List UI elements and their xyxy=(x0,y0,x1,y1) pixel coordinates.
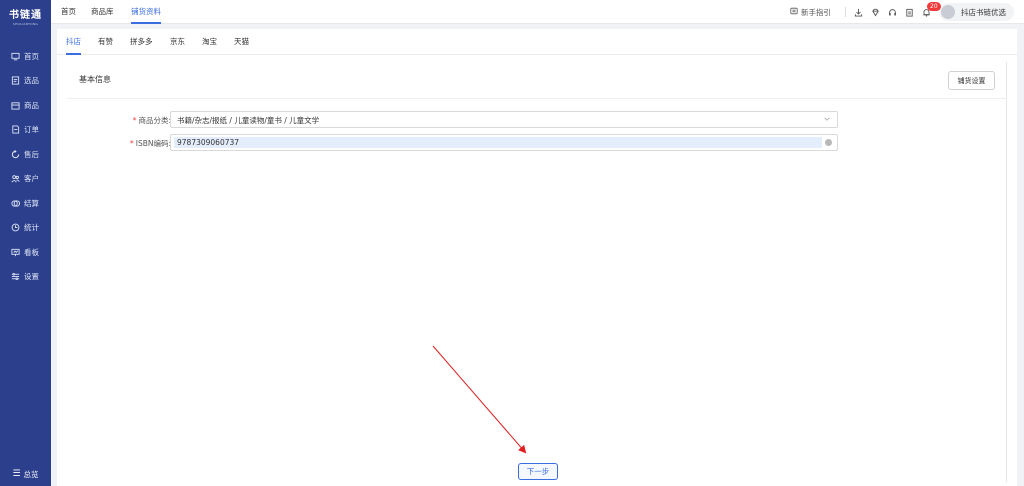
diamond-icon[interactable] xyxy=(871,8,880,17)
basic-info-card: 基本信息 铺货设置 * 商品分类: 书籍/杂志/报纸 / 儿童读物/童书 / 儿童… xyxy=(67,62,1007,482)
sidebar-item-label: 设置 xyxy=(24,272,39,282)
logo-title: 书链通 xyxy=(9,10,42,21)
top-toolbar: 新手指引 20 抖店书链优选 xyxy=(790,0,1014,24)
category-select[interactable]: 书籍/杂志/报纸 / 儿童读物/童书 / 儿童文学 xyxy=(170,111,838,128)
goods-icon xyxy=(11,101,20,110)
tab-jd[interactable]: 京东 xyxy=(170,29,185,55)
user-menu[interactable]: 抖店书链优选 xyxy=(939,3,1014,21)
app-logo[interactable]: 书链通 SHULIANTONG xyxy=(0,0,51,32)
tab-douyin[interactable]: 抖店 xyxy=(66,29,81,55)
menu-icon: ☰ xyxy=(12,469,21,479)
sidebar-item-label: 看板 xyxy=(24,247,39,257)
sidebar-item-label: 选品 xyxy=(24,76,39,86)
category-row: * 商品分类: 书籍/杂志/报纸 / 儿童读物/童书 / 儿童文学 xyxy=(67,111,1007,128)
card-header: 基本信息 铺货设置 xyxy=(67,62,1007,99)
tab-goods-library[interactable]: 商品库 xyxy=(91,0,114,24)
isbn-value: 9787309060737 xyxy=(177,138,240,147)
main-content: 抖店 有赞 拼多多 京东 淘宝 天猫 基本信息 铺货设置 * 商品分类: 书籍/杂… xyxy=(57,29,1017,486)
isbn-label-text: ISBN编码: xyxy=(135,139,171,148)
clear-icon[interactable] xyxy=(825,139,832,146)
sidebar: 书链通 SHULIANTONG 首页 选品 商品 订单 售后 客户 结算 统计 … xyxy=(0,0,51,486)
category-label-text: 商品分类: xyxy=(138,116,171,125)
tab-home[interactable]: 首页 xyxy=(61,0,76,24)
sidebar-item-stats[interactable]: 统计 xyxy=(0,216,51,241)
isbn-row: * ISBN编码: 9787309060737 xyxy=(67,134,1007,151)
settle-icon xyxy=(11,199,20,208)
stats-icon xyxy=(11,223,20,232)
card-title: 基本信息 xyxy=(79,75,111,84)
tab-listing-info[interactable]: 铺货资料 xyxy=(131,0,161,24)
sidebar-item-label: 售后 xyxy=(24,149,39,159)
isbn-label: * ISBN编码: xyxy=(130,138,171,149)
listing-settings-button[interactable]: 铺货设置 xyxy=(948,71,995,90)
sidebar-item-order[interactable]: 订单 xyxy=(0,118,51,143)
logo-subtitle: SHULIANTONG xyxy=(12,22,39,26)
bell-icon[interactable]: 20 xyxy=(922,1,941,17)
platform-tabs: 抖店 有赞 拼多多 京东 淘宝 天猫 xyxy=(57,29,1017,55)
category-value: 书籍/杂志/报纸 / 儿童读物/童书 / 儿童文学 xyxy=(177,116,320,125)
guide-icon xyxy=(790,7,798,17)
sidebar-collapse-toggle[interactable]: ☰ 总览 xyxy=(0,462,51,486)
order-icon xyxy=(11,125,20,134)
sidebar-item-label: 首页 xyxy=(24,51,39,61)
required-mark: * xyxy=(132,116,137,125)
monitor-icon xyxy=(11,52,20,61)
collapse-label: 总览 xyxy=(23,469,39,479)
guide-label: 新手指引 xyxy=(801,7,831,17)
toolbar-divider xyxy=(845,7,846,17)
next-step-button[interactable]: 下一步 xyxy=(518,463,558,480)
customer-icon xyxy=(11,174,20,183)
settings-icon xyxy=(11,272,20,281)
sidebar-item-customer[interactable]: 客户 xyxy=(0,167,51,192)
sidebar-item-goods[interactable]: 商品 xyxy=(0,93,51,118)
sidebar-item-label: 订单 xyxy=(24,125,39,135)
required-mark: * xyxy=(129,139,134,148)
text-selection-highlight xyxy=(174,137,822,148)
avatar xyxy=(941,5,955,19)
sidebar-nav: 首页 选品 商品 订单 售后 客户 结算 统计 看板 设置 xyxy=(0,44,51,289)
top-navbar: 首页 商品库 铺货资料 新手指引 20 抖店书链优选 xyxy=(51,0,1024,24)
sidebar-item-home[interactable]: 首页 xyxy=(0,44,51,69)
sidebar-item-after-sale[interactable]: 售后 xyxy=(0,142,51,167)
category-label: * 商品分类: xyxy=(133,115,171,126)
select-icon xyxy=(11,76,20,85)
headset-icon[interactable] xyxy=(888,8,897,17)
user-name: 抖店书链优选 xyxy=(961,7,1006,17)
sidebar-item-label: 结算 xyxy=(24,198,39,208)
dashboard-icon xyxy=(11,248,20,257)
sidebar-item-settle[interactable]: 结算 xyxy=(0,191,51,216)
chevron-down-icon xyxy=(823,115,831,123)
sidebar-item-select[interactable]: 选品 xyxy=(0,69,51,94)
download-icon[interactable] xyxy=(854,8,863,17)
after-sale-icon xyxy=(11,149,20,159)
tab-tmall[interactable]: 天猫 xyxy=(234,29,249,55)
tab-pinduoduo[interactable]: 拼多多 xyxy=(130,29,153,55)
sidebar-item-label: 商品 xyxy=(24,100,39,110)
clipboard-icon[interactable] xyxy=(905,8,914,17)
tab-taobao[interactable]: 淘宝 xyxy=(202,29,217,55)
sidebar-item-label: 统计 xyxy=(24,223,39,233)
sidebar-item-dashboard[interactable]: 看板 xyxy=(0,240,51,265)
isbn-input[interactable]: 9787309060737 xyxy=(170,134,838,151)
notification-badge: 20 xyxy=(927,1,941,11)
sidebar-item-label: 客户 xyxy=(24,174,39,184)
tab-youzan[interactable]: 有赞 xyxy=(98,29,113,55)
sidebar-item-settings[interactable]: 设置 xyxy=(0,265,51,290)
beginner-guide-link[interactable]: 新手指引 xyxy=(790,7,831,18)
